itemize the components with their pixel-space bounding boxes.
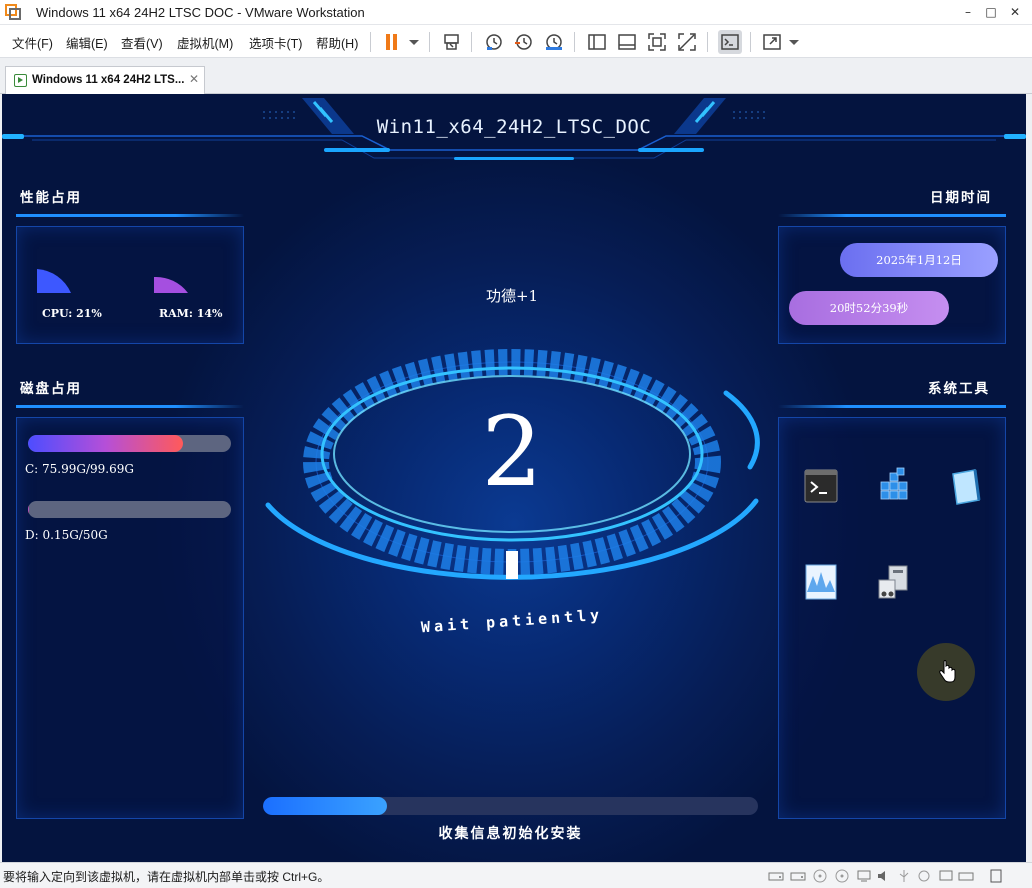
status-bar: 要将输入定向到该虚拟机，请在虚拟机内部单击或按 Ctrl+G。 bbox=[0, 862, 1032, 888]
hard-disk-icon[interactable] bbox=[768, 868, 784, 882]
toolbar-divider bbox=[707, 32, 708, 52]
cpu-usage-label: CPU: 21% bbox=[42, 307, 102, 320]
datetime-panel: 2025年1月12日 20时52分39秒 bbox=[778, 226, 1006, 344]
cd-drive-icon[interactable] bbox=[834, 868, 850, 883]
status-hint: 要将输入定向到该虚拟机，请在虚拟机内部单击或按 Ctrl+G。 bbox=[3, 870, 330, 884]
vm-display[interactable]: Win11_x64_24H2_LTSC_DOC 性能占用 CPU: 21% RA… bbox=[2, 94, 1026, 862]
install-progress-label: 收集信息初始化安装 bbox=[438, 826, 583, 842]
vmware-app-icon bbox=[5, 4, 21, 20]
performance-panel: CPU: 21% RAM: 14% bbox=[16, 226, 244, 344]
disk-divider bbox=[16, 405, 244, 408]
notes-icon[interactable] bbox=[988, 868, 1004, 883]
usb-icon[interactable] bbox=[896, 868, 912, 882]
menu-view[interactable]: 查看(V) bbox=[121, 33, 163, 52]
display-icon[interactable] bbox=[938, 868, 954, 882]
menu-file[interactable]: 文件(F) bbox=[12, 33, 53, 52]
toolbar-divider bbox=[750, 32, 751, 52]
disk-d-bar bbox=[28, 501, 231, 518]
datetime-title: 日期时间 bbox=[930, 190, 992, 206]
send-keys-icon[interactable] bbox=[440, 30, 464, 54]
vm-running-icon bbox=[14, 74, 27, 87]
library-icon[interactable] bbox=[585, 30, 609, 54]
cpu-gauge bbox=[37, 269, 71, 293]
resource-monitor-icon[interactable] bbox=[803, 562, 839, 602]
notepad-icon[interactable] bbox=[947, 466, 983, 506]
disk-d-fill bbox=[28, 501, 29, 518]
toolbar-divider bbox=[574, 32, 575, 52]
disk-panel: C: 75.99G/99.69G D: 0.15G/50G bbox=[16, 417, 244, 819]
thumbnail-icon[interactable] bbox=[615, 30, 639, 54]
toolbar-divider bbox=[429, 32, 430, 52]
dropdown-icon[interactable] bbox=[782, 30, 806, 54]
minimize-button[interactable]: – bbox=[958, 4, 978, 20]
registry-editor-icon[interactable] bbox=[875, 466, 911, 506]
vm-title: Win11_x64_24H2_LTSC_DOC bbox=[376, 116, 652, 138]
time-pill: 20时52分39秒 bbox=[789, 291, 949, 325]
pause-icon[interactable] bbox=[380, 30, 404, 54]
snapshot-manager-icon[interactable] bbox=[542, 30, 566, 54]
tools-panel bbox=[778, 417, 1006, 819]
tools-divider bbox=[778, 405, 1006, 408]
cd-drive-icon[interactable] bbox=[812, 868, 828, 883]
mouse-cursor-indicator bbox=[917, 643, 975, 701]
menu-help[interactable]: 帮助(H) bbox=[316, 33, 358, 52]
install-progress-fill bbox=[263, 797, 387, 815]
tab-label: Windows 11 x64 24H2 LTS... bbox=[32, 74, 185, 86]
fullscreen-icon[interactable] bbox=[645, 30, 669, 54]
disk-c-label: C: 75.99G/99.69G bbox=[25, 462, 134, 476]
tools-title: 系统工具 bbox=[928, 381, 990, 397]
menu-edit[interactable]: 编辑(E) bbox=[66, 33, 108, 52]
disk-c-bar bbox=[28, 435, 231, 452]
terminal-icon[interactable] bbox=[803, 466, 839, 506]
countdown-number: 2 bbox=[481, 396, 543, 508]
maximize-button[interactable]: □ bbox=[981, 4, 1001, 20]
console-icon[interactable] bbox=[718, 30, 742, 54]
dropdown-icon[interactable] bbox=[402, 30, 426, 54]
window-title: Windows 11 x64 24H2 LTSC DOC - VMware Wo… bbox=[36, 5, 365, 20]
disk-d-label: D: 0.15G/50G bbox=[25, 528, 108, 542]
printer-icon[interactable] bbox=[916, 868, 932, 882]
performance-title: 性能占用 bbox=[20, 190, 82, 206]
hard-disk-icon[interactable] bbox=[790, 868, 806, 882]
hand-cursor-icon bbox=[939, 660, 956, 683]
device-manager-icon[interactable] bbox=[875, 562, 911, 602]
tab-vm[interactable]: Windows 11 x64 24H2 LTS... ✕ bbox=[5, 66, 205, 94]
install-progress-bar bbox=[263, 797, 758, 815]
menu-toolbar: 文件(F) 编辑(E) 查看(V) 虚拟机(M) 选项卡(T) 帮助(H) bbox=[0, 25, 1032, 58]
sound-card-icon[interactable] bbox=[876, 868, 892, 882]
toolbar-divider bbox=[370, 32, 371, 52]
performance-divider bbox=[16, 214, 244, 217]
greeting-text: 功德+1 bbox=[485, 287, 539, 305]
disk-title: 磁盘占用 bbox=[20, 381, 82, 397]
disk-c-fill bbox=[28, 435, 183, 452]
snapshot-icon[interactable] bbox=[482, 30, 506, 54]
unity-icon[interactable] bbox=[675, 30, 699, 54]
menu-vm[interactable]: 虚拟机(M) bbox=[177, 33, 233, 52]
ram-gauge bbox=[154, 276, 188, 293]
stretch-icon[interactable] bbox=[760, 30, 784, 54]
datetime-divider bbox=[778, 214, 1006, 217]
toolbar-divider bbox=[471, 32, 472, 52]
close-button[interactable]: ✕ bbox=[1005, 4, 1025, 20]
ram-usage-label: RAM: 14% bbox=[159, 307, 223, 320]
network-adapter-icon[interactable] bbox=[856, 868, 872, 882]
tab-close-icon[interactable]: ✕ bbox=[189, 72, 199, 86]
keyboard-icon[interactable] bbox=[958, 868, 974, 882]
title-bar[interactable]: Windows 11 x64 24H2 LTSC DOC - VMware Wo… bbox=[0, 0, 1032, 25]
revert-snapshot-icon[interactable] bbox=[512, 30, 536, 54]
menu-tabs[interactable]: 选项卡(T) bbox=[249, 33, 302, 52]
date-pill: 2025年1月12日 bbox=[840, 243, 998, 277]
